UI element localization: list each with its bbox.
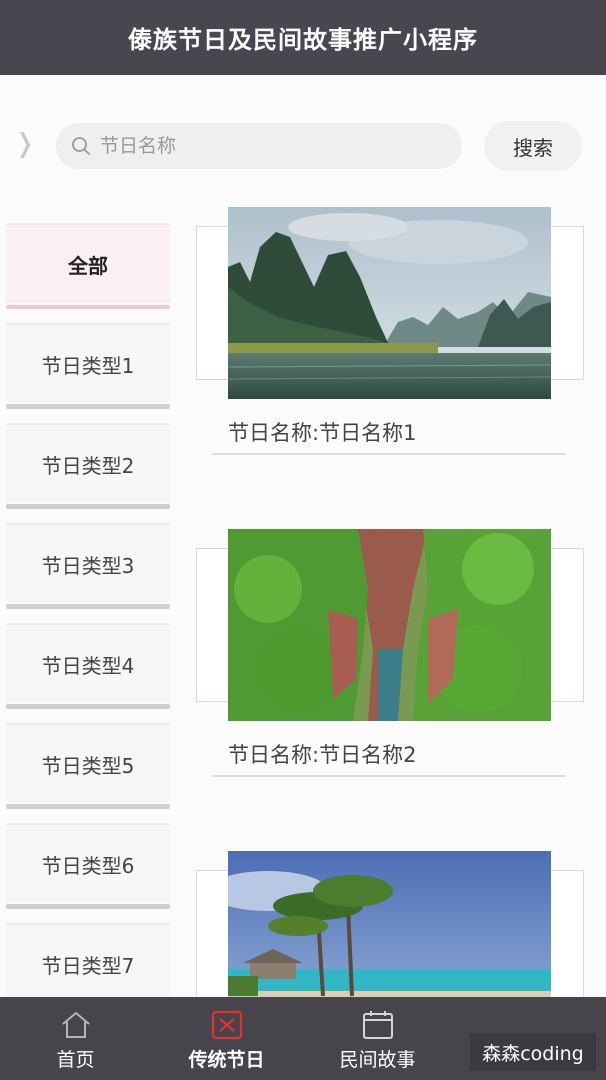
sidebar-item-type-5[interactable]: 节日类型5 <box>6 723 170 809</box>
chevron-right-icon[interactable]: ❭ <box>14 129 36 159</box>
sidebar-item-type-3[interactable]: 节日类型3 <box>6 523 170 609</box>
festival-image[interactable] <box>228 207 551 399</box>
sidebar-item-label: 节日类型3 <box>41 553 135 578</box>
main-content: ❭ 搜索 全部 节日类型1 节日类型2 节日类型3 节日类型4 节日类型5 节日… <box>0 75 606 997</box>
tab-label: 传统节日 <box>188 1049 265 1071</box>
search-box[interactable] <box>56 123 462 169</box>
divider <box>212 453 566 455</box>
home-icon <box>61 1011 90 1038</box>
tab-home[interactable]: 首页 <box>0 997 151 1080</box>
search-input[interactable] <box>100 135 430 157</box>
calendar-icon <box>362 1011 393 1039</box>
search-row: ❭ 搜索 <box>0 115 606 175</box>
sidebar-item-label: 全部 <box>68 253 108 278</box>
sidebar-item-label: 节日类型1 <box>41 353 135 378</box>
sidebar-item-label: 节日类型2 <box>41 453 135 478</box>
sidebar-item-type-2[interactable]: 节日类型2 <box>6 423 170 509</box>
festival-name: 节日名称:节日名称1 <box>228 421 417 445</box>
app-title: 傣族节日及民间故事推广小程序 <box>128 26 478 54</box>
sidebar-item-label: 节日类型5 <box>41 753 135 778</box>
search-icon <box>72 137 90 155</box>
sidebar-item-type-6[interactable]: 节日类型6 <box>6 823 170 909</box>
tab-label: 民间故事 <box>339 1049 416 1071</box>
divider <box>212 775 566 777</box>
festival-name: 节日名称:节日名称2 <box>228 743 417 767</box>
sidebar-item-label: 节日类型6 <box>41 853 135 878</box>
watermark-text: 森森coding <box>482 1042 584 1065</box>
sidebar-item-label: 节日类型4 <box>41 653 135 678</box>
tab-stories[interactable]: 民间故事 <box>302 997 453 1080</box>
tab-label: 首页 <box>56 1049 95 1071</box>
festival-icon <box>211 1010 242 1040</box>
sidebar-item-type-7[interactable]: 节日类型7 <box>6 923 170 997</box>
app-title-bar: 傣族节日及民间故事推广小程序 <box>0 0 606 75</box>
search-button[interactable]: 搜索 <box>484 121 582 171</box>
sidebar-item-type-4[interactable]: 节日类型4 <box>6 623 170 709</box>
watermark: 森森coding <box>470 1033 596 1071</box>
festival-image[interactable] <box>228 851 551 997</box>
sidebar-item-all[interactable]: 全部 <box>6 223 170 309</box>
sidebar-item-type-1[interactable]: 节日类型1 <box>6 323 170 409</box>
festival-image[interactable] <box>228 529 551 721</box>
sidebar-item-label: 节日类型7 <box>41 953 135 978</box>
tab-festivals[interactable]: 传统节日 <box>151 997 302 1080</box>
